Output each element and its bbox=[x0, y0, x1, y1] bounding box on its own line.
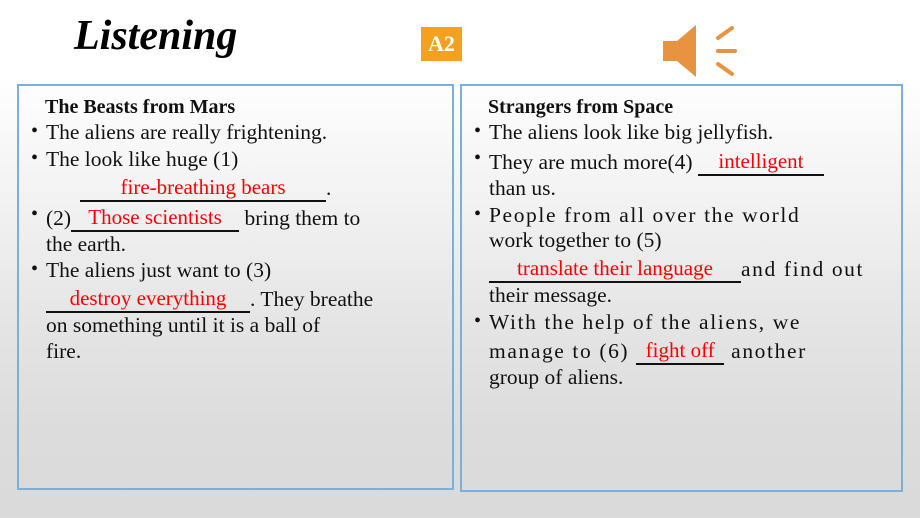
bullet-text: People from all over the world bbox=[489, 202, 801, 227]
left-box-heading: The Beasts from Mars bbox=[45, 96, 236, 118]
bullet-text: bring them to bbox=[244, 205, 361, 230]
answer-blank-3[interactable]: destroy everything bbox=[46, 284, 250, 314]
bullet-text: The look like huge (1) bbox=[46, 146, 239, 171]
answer-text-2: Those scientists bbox=[88, 204, 222, 229]
right-text-box: Strangers from Space The aliens look lik… bbox=[460, 84, 903, 492]
bullet-text: their message. bbox=[489, 283, 612, 308]
list-item: The aliens look like big jellyfish. bbox=[472, 119, 895, 146]
bullet-text: group of aliens. bbox=[489, 364, 624, 389]
answer-text-1: fire-breathing bears bbox=[120, 174, 286, 199]
right-box-heading: Strangers from Space bbox=[488, 96, 674, 118]
bullet-text: They are much more(4) bbox=[489, 150, 693, 174]
answer-text-6: fight off bbox=[645, 337, 715, 362]
list-item: The aliens just want to (3) destroy ever… bbox=[29, 257, 446, 364]
answer-blank-2[interactable]: Those scientists bbox=[71, 203, 240, 232]
right-bullet-list: The aliens look like big jellyfish. They… bbox=[472, 119, 895, 391]
bullet-text: manage to (6) bbox=[489, 338, 630, 363]
level-badge-a2: A2 bbox=[421, 27, 462, 61]
answer-blank-4[interactable]: intelligent bbox=[697, 147, 824, 176]
answer-blank-6[interactable]: fight off bbox=[636, 336, 725, 365]
answer-text-5: translate their language bbox=[517, 256, 713, 281]
bullet-text-tail: . bbox=[326, 175, 332, 200]
answer-text-4: intelligent bbox=[718, 148, 804, 173]
answer-blank-5[interactable]: translate their language bbox=[489, 254, 741, 284]
list-item: (2) Those scientists bring them to the ea… bbox=[29, 202, 446, 258]
left-text-box: The Beasts from Mars The aliens are real… bbox=[17, 84, 454, 490]
bullet-text: The aliens are really frightening. bbox=[46, 120, 328, 144]
bullet-text: . They breathe bbox=[250, 287, 374, 312]
list-item: The look like huge (1) fire-breathing be… bbox=[29, 146, 446, 202]
bullet-text: another bbox=[731, 338, 807, 363]
list-item: People from all over the world work toge… bbox=[472, 202, 895, 309]
answer-blank-1[interactable]: fire-breathing bears bbox=[80, 173, 326, 202]
list-item: They are much more(4) intelligent than u… bbox=[472, 146, 895, 202]
bullet-text: work together to (5) bbox=[489, 228, 662, 253]
bullet-text: and find out bbox=[741, 257, 865, 282]
bullet-text: The aliens just want to (3) bbox=[46, 258, 272, 283]
bullet-text: fire. bbox=[46, 338, 82, 363]
slide-canvas: Listening A2 The Beasts from Mars The al… bbox=[0, 0, 920, 518]
answer-text-3: destroy everything bbox=[69, 286, 227, 311]
bullet-text: With the help of the aliens, we bbox=[489, 309, 802, 334]
left-bullet-list: The aliens are really frightening. The l… bbox=[29, 119, 446, 365]
bullet-text: (2) bbox=[46, 205, 72, 230]
bullet-text: than us. bbox=[489, 175, 556, 200]
page-title: Listening bbox=[74, 13, 238, 59]
list-item: The aliens are really frightening. bbox=[29, 119, 446, 146]
speaker-icon[interactable] bbox=[660, 22, 744, 80]
bullet-text: the earth. bbox=[46, 231, 126, 256]
bullet-text: The aliens look like big jellyfish. bbox=[489, 120, 774, 144]
bullet-text: on something until it is a ball of bbox=[46, 313, 321, 338]
list-item: With the help of the aliens, we manage t… bbox=[472, 309, 895, 391]
